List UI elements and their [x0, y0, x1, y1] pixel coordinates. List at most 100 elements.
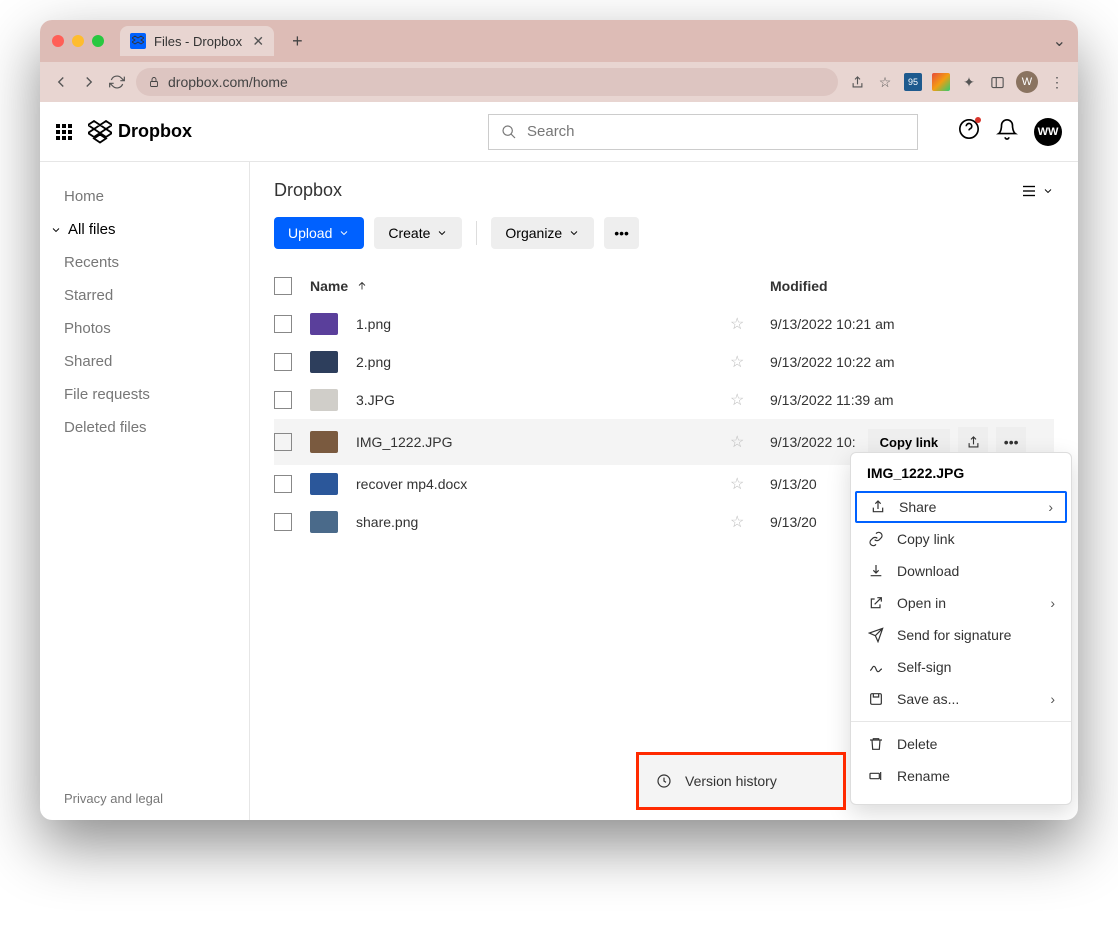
- download-icon: [867, 563, 885, 579]
- menu-item-open-in[interactable]: Open in ›: [851, 587, 1071, 619]
- file-name: share.png: [356, 514, 418, 530]
- menu-item-version-history[interactable]: Version history: [639, 765, 843, 797]
- select-all-checkbox[interactable]: [274, 277, 292, 295]
- minimize-window-button[interactable]: [72, 35, 84, 47]
- extension-badge-1[interactable]: 95: [904, 73, 922, 91]
- menu-item-save-as[interactable]: Save as... ›: [851, 683, 1071, 715]
- more-toolbar-button[interactable]: •••: [604, 217, 639, 249]
- sidebar-item-all-files[interactable]: All files: [40, 213, 249, 246]
- search-input[interactable]: Search: [488, 114, 918, 150]
- app-header: Dropbox Search WW: [40, 102, 1078, 162]
- footer-privacy-link[interactable]: Privacy and legal: [64, 791, 163, 806]
- row-checkbox[interactable]: [274, 513, 292, 531]
- chrome-profile-avatar[interactable]: W: [1016, 71, 1038, 93]
- menu-item-download[interactable]: Download: [851, 555, 1071, 587]
- menu-label: Save as...: [897, 691, 959, 707]
- file-name: 2.png: [356, 354, 391, 370]
- toolbar: Upload Create Organize •••: [274, 217, 1054, 249]
- dropbox-logo[interactable]: Dropbox: [88, 120, 192, 144]
- sidepanel-icon[interactable]: [988, 73, 1006, 91]
- link-icon: [867, 531, 885, 547]
- star-icon[interactable]: ☆: [730, 434, 744, 451]
- back-button[interactable]: [52, 73, 70, 91]
- extension-badge-2[interactable]: [932, 73, 950, 91]
- apps-grid-icon[interactable]: [56, 124, 72, 140]
- help-icon[interactable]: [958, 118, 980, 145]
- button-label: Organize: [505, 225, 562, 241]
- file-row[interactable]: 3.JPG ☆ 9/13/2022 11:39 am: [274, 381, 1054, 419]
- sidebar-item-recents[interactable]: Recents: [40, 246, 249, 279]
- view-toggle[interactable]: [1020, 182, 1054, 200]
- chevron-down-icon: [1042, 185, 1054, 197]
- share-safari-icon[interactable]: [848, 73, 866, 91]
- menu-item-send-signature[interactable]: Send for signature: [851, 619, 1071, 651]
- sidebar: Home All files Recents Starred Photos Sh…: [40, 162, 250, 820]
- file-name: 3.JPG: [356, 392, 395, 408]
- search-icon: [501, 124, 517, 140]
- extensions-puzzle-icon[interactable]: ✦: [960, 73, 978, 91]
- chevron-down-icon: [338, 227, 350, 239]
- column-header-modified[interactable]: Modified: [770, 278, 1054, 294]
- sidebar-item-file-requests[interactable]: File requests: [40, 378, 249, 411]
- maximize-window-button[interactable]: [92, 35, 104, 47]
- bookmark-star-icon[interactable]: ☆: [876, 73, 894, 91]
- file-modified: 9/13/20: [770, 514, 817, 530]
- sidebar-item-photos[interactable]: Photos: [40, 312, 249, 345]
- menu-item-copy-link[interactable]: Copy link: [851, 523, 1071, 555]
- column-header-name[interactable]: Name: [310, 278, 730, 294]
- star-icon[interactable]: ☆: [730, 316, 744, 333]
- chevron-right-icon: ›: [1050, 691, 1055, 707]
- sidebar-item-home[interactable]: Home: [40, 180, 249, 213]
- star-icon[interactable]: ☆: [730, 514, 744, 531]
- user-avatar[interactable]: WW: [1034, 118, 1062, 146]
- file-thumbnail: [310, 351, 338, 373]
- star-icon[interactable]: ☆: [730, 354, 744, 371]
- new-tab-button[interactable]: +: [284, 27, 311, 56]
- row-checkbox[interactable]: [274, 315, 292, 333]
- file-modified: 9/13/2022 10:: [770, 434, 856, 450]
- notifications-bell-icon[interactable]: [996, 118, 1018, 145]
- file-modified: 9/13/2022 10:21 am: [770, 316, 895, 332]
- sidebar-item-label: All files: [68, 221, 116, 238]
- chevron-down-icon: [50, 224, 62, 236]
- close-window-button[interactable]: [52, 35, 64, 47]
- file-modified: 9/13/2022 11:39 am: [770, 392, 894, 408]
- row-checkbox[interactable]: [274, 353, 292, 371]
- logo-text: Dropbox: [118, 121, 192, 142]
- file-thumbnail: [310, 473, 338, 495]
- upload-button[interactable]: Upload: [274, 217, 364, 249]
- reload-button[interactable]: [108, 74, 126, 90]
- file-row[interactable]: 2.png ☆ 9/13/2022 10:22 am: [274, 343, 1054, 381]
- row-checkbox[interactable]: [274, 475, 292, 493]
- file-thumbnail: [310, 389, 338, 411]
- sidebar-item-shared[interactable]: Shared: [40, 345, 249, 378]
- menu-item-rename[interactable]: Rename: [851, 760, 1071, 792]
- menu-label: Version history: [685, 773, 777, 789]
- star-icon[interactable]: ☆: [730, 476, 744, 493]
- file-thumbnail: [310, 511, 338, 533]
- close-tab-icon[interactable]: ✕: [252, 33, 264, 50]
- file-row[interactable]: 1.png ☆ 9/13/2022 10:21 am: [274, 305, 1054, 343]
- sidebar-item-starred[interactable]: Starred: [40, 279, 249, 312]
- chrome-menu-icon[interactable]: ⋮: [1048, 73, 1066, 91]
- row-checkbox[interactable]: [274, 391, 292, 409]
- chevron-down-icon: [568, 227, 580, 239]
- menu-item-share[interactable]: Share ›: [855, 491, 1067, 523]
- browser-tab[interactable]: Files - Dropbox ✕: [120, 26, 274, 56]
- col-name-label: Name: [310, 278, 348, 294]
- menu-label: Delete: [897, 736, 937, 752]
- menu-item-delete[interactable]: Delete: [851, 728, 1071, 760]
- menu-label: Self-sign: [897, 659, 951, 675]
- star-icon[interactable]: ☆: [730, 392, 744, 409]
- sidebar-item-deleted-files[interactable]: Deleted files: [40, 411, 249, 444]
- forward-button[interactable]: [80, 73, 98, 91]
- row-checkbox[interactable]: [274, 433, 292, 451]
- menu-label: Send for signature: [897, 627, 1011, 643]
- menu-separator: [851, 721, 1071, 722]
- tabs-chevron-icon[interactable]: ⌄: [1053, 31, 1066, 51]
- address-bar[interactable]: dropbox.com/home: [136, 68, 838, 96]
- menu-item-self-sign[interactable]: Self-sign: [851, 651, 1071, 683]
- organize-button[interactable]: Organize: [491, 217, 594, 249]
- create-button[interactable]: Create: [374, 217, 462, 249]
- send-icon: [867, 627, 885, 643]
